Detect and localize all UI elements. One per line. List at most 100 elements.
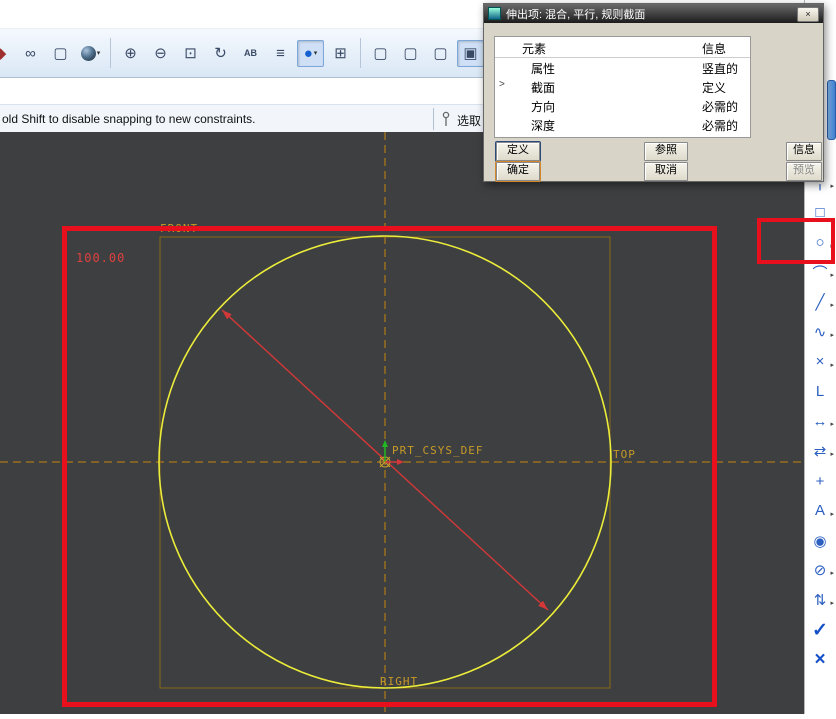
element-row[interactable]: > 截面 定义 [495, 77, 750, 96]
element-name: 截面 [531, 81, 556, 95]
reorient-view-icon: ↻ [214, 45, 227, 62]
palette-tool-icon[interactable]: ◉ [808, 528, 832, 554]
spline-tool-icon[interactable]: ∿ ▸ [808, 319, 834, 345]
layers-icon: ≡ [276, 44, 285, 62]
graphics-canvas[interactable]: FRONT TOP RIGHT PRT_CSYS_DEF 100.00 [0, 132, 804, 714]
mirror-tool-icon[interactable]: ⇅ ▸ [808, 587, 834, 613]
layers-icon[interactable]: ≡ [267, 40, 294, 67]
csys-label: PRT_CSYS_DEF [392, 444, 483, 457]
point-tool-icon[interactable]: × ▸ [808, 349, 834, 375]
shaded-sphere-icon[interactable]: ▾ [77, 40, 104, 67]
element-info: 必需的 [702, 119, 739, 133]
column-header-element: 元素 [522, 42, 547, 56]
element-row[interactable]: 方向 必需的 [495, 96, 750, 115]
fillet-tool-icon[interactable]: ╱ ▸ [808, 289, 834, 315]
toolbar-separator [110, 38, 111, 68]
text-tool-icon[interactable]: A ▸ [808, 498, 834, 524]
datum-plane-display-icon[interactable]: ▢ [367, 40, 394, 67]
element-info: 竖直的 [702, 62, 739, 76]
fillet-tool-icon: ╱ [815, 294, 825, 312]
trim-tool-icon[interactable]: ⊘ ▸ [808, 557, 834, 583]
modify-tool-icon: ⇄ [813, 443, 827, 461]
flyout-arrow-icon[interactable]: ▸ [830, 450, 834, 458]
column-header-info: 信息 [702, 42, 727, 56]
flyout-arrow-icon[interactable]: ▸ [830, 420, 834, 428]
selection-filter-icon[interactable] [441, 111, 451, 130]
element-name: 属性 [531, 62, 556, 76]
shaded-display-icon[interactable]: ▣ [457, 39, 484, 67]
message-text: old Shift to disable snapping to new con… [2, 112, 256, 126]
quit-icon: × [814, 648, 826, 670]
datum-plane-display-icon: ▢ [373, 45, 388, 62]
done-icon: ✓ [812, 619, 828, 641]
zoom-out-icon[interactable]: ⊖ [147, 40, 174, 67]
zoom-in-icon[interactable]: ⊕ [117, 40, 144, 67]
element-row[interactable]: 深度 必需的 [495, 115, 750, 134]
flyout-arrow-icon[interactable]: ▸ [830, 361, 834, 369]
shaded-display-icon: ▣ [463, 45, 478, 62]
mirror-tool-icon: ⇅ [813, 592, 827, 610]
dimension-tool-icon: ↔ [812, 412, 828, 430]
flyout-arrow-icon[interactable]: ▸ [830, 301, 834, 309]
constraint-tool-icon: + [815, 472, 825, 490]
right-toolbar-scrollbar[interactable] [827, 80, 836, 140]
toolbar-separator [360, 38, 361, 68]
flyout-arrow-icon[interactable]: ▸ [830, 271, 834, 279]
done-icon[interactable]: ✓ [808, 617, 832, 643]
top-plane-label: TOP [613, 448, 636, 461]
edge-partial-icon[interactable]: ◆ [0, 40, 14, 67]
dialog-icon [488, 7, 501, 20]
close-icon[interactable]: × [797, 7, 819, 22]
point-tool-icon: × [815, 353, 825, 371]
spin-center-icon[interactable]: ● ▾ [297, 39, 324, 67]
datum-axis-display-icon[interactable]: ▢ [397, 40, 424, 67]
arc-tool-icon[interactable]: ⌒ ▸ [808, 259, 834, 285]
rectangle-tool-icon: □ [815, 204, 825, 222]
ok-button[interactable]: 确定 [496, 162, 540, 181]
view-glasses-icon[interactable]: ∞ [17, 40, 44, 67]
wireframe-box-icon[interactable]: ▢ [47, 40, 74, 67]
circle-tool-icon[interactable]: ○ ▸ [808, 230, 834, 256]
csys-tool-icon[interactable]: L [808, 379, 832, 405]
constraint-tool-icon[interactable]: + [808, 468, 832, 494]
flyout-arrow-icon[interactable]: ▸ [830, 510, 834, 518]
message-bar-separator [433, 108, 434, 130]
preview-button: 预览 [786, 162, 822, 181]
saved-views-icon[interactable]: ⊞ [327, 40, 354, 67]
quit-icon[interactable]: × [808, 647, 832, 673]
zoom-fit-icon[interactable]: ⊡ [177, 40, 204, 67]
zoom-in-icon: ⊕ [124, 45, 137, 62]
info-button[interactable]: 信息 [786, 142, 822, 161]
cancel-button[interactable]: 取消 [644, 162, 688, 181]
flyout-arrow-icon[interactable]: ▸ [830, 569, 834, 577]
arc-tool-icon: ⌒ [812, 264, 828, 282]
modify-tool-icon[interactable]: ⇄ ▸ [808, 438, 834, 464]
element-name: 深度 [531, 119, 556, 133]
dropdown-arrow-icon[interactable]: ▾ [314, 49, 318, 57]
shaded-sphere-icon [80, 45, 96, 61]
datum-point-display-icon[interactable]: ▢ [427, 40, 454, 67]
refs-button[interactable]: 参照 [644, 142, 688, 161]
dimension-tool-icon[interactable]: ↔ ▸ [808, 408, 835, 434]
row-expander-icon: > [499, 79, 505, 90]
zoom-out-icon: ⊖ [154, 45, 167, 62]
view-glasses-icon: ∞ [25, 44, 36, 62]
circle-tool-icon: ○ [815, 234, 825, 252]
rectangle-tool-icon[interactable]: □ [808, 200, 832, 226]
element-dialog: 伸出项: 混合, 平行, 规则截面 × 元素 信息 属性 竖直的 > 截面定义 方向 必需… [483, 3, 824, 182]
dimension-value[interactable]: 100.00 [76, 251, 125, 265]
element-row[interactable]: 属性 竖直的 [495, 58, 750, 77]
annotation-ab-icon[interactable]: AB [237, 40, 264, 67]
dropdown-arrow-icon[interactable]: ▾ [97, 49, 101, 57]
reorient-view-icon[interactable]: ↻ [207, 40, 234, 67]
dialog-titlebar[interactable]: 伸出项: 混合, 平行, 规则截面 [484, 4, 823, 23]
define-button[interactable]: 定义 [496, 142, 540, 161]
trim-tool-icon: ⊘ [813, 562, 827, 580]
flyout-arrow-icon[interactable]: ▸ [830, 599, 834, 607]
dialog-title: 伸出项: 混合, 平行, 规则截面 [506, 8, 646, 21]
annotation-ab-icon: AB [244, 48, 257, 58]
flyout-arrow-icon[interactable]: ▸ [830, 182, 834, 190]
table-header: 元素 信息 [495, 37, 750, 58]
flyout-arrow-icon[interactable]: ▸ [830, 331, 834, 339]
flyout-arrow-icon[interactable]: ▸ [830, 242, 834, 250]
